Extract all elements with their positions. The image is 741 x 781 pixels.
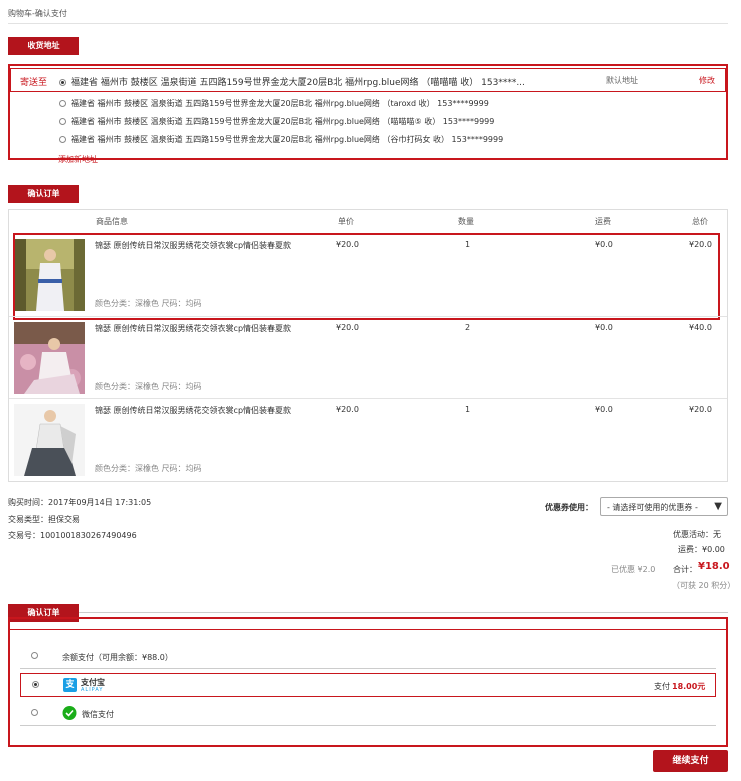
- product-thumbnail[interactable]: [14, 404, 85, 476]
- promo-activity: 优惠活动：无: [673, 530, 721, 539]
- unit-price: ¥20.0: [336, 405, 359, 414]
- add-address-link[interactable]: 添加新地址: [58, 154, 98, 165]
- product-attributes: 颜色分类：深橡色 尺码：均码: [95, 464, 202, 473]
- address-text-2: 福建省 福州市 鼓楼区 温泉街道 五四路159号世界金龙大厦20层B北 福州rp…: [71, 99, 489, 108]
- address-text-1: 福建省 福州市 鼓楼区 温泉街道 五四路159号世界金龙大厦20层B北 福州rp…: [71, 78, 525, 88]
- default-address-label: 默认地址: [606, 76, 638, 85]
- coupon-label: 优惠券使用：: [545, 503, 593, 512]
- points-earned: （可获 20 积分）: [672, 581, 736, 590]
- address-option-4[interactable]: 福建省 福州市 鼓楼区 温泉街道 五四路159号世界金龙大厦20层B北 福州rp…: [59, 134, 503, 145]
- order-section-title: 确认订单: [8, 185, 79, 203]
- order-item-row: 锦瑟 原创传统日常汉服男绣花交领衣裳cp情侣装春夏款 颜色分类：深橡色 尺码：均…: [9, 316, 727, 398]
- address-option-2[interactable]: 福建省 福州市 鼓楼区 温泉街道 五四路159号世界金龙大厦20层B北 福州rp…: [59, 98, 489, 109]
- address-option-3[interactable]: 福建省 福州市 鼓楼区 温泉街道 五四路159号世界金龙大厦20层B北 福州rp…: [59, 116, 494, 127]
- product-thumbnail[interactable]: [14, 322, 85, 394]
- col-header-product: 商品信息: [96, 217, 128, 226]
- wechat-icon: [62, 706, 77, 720]
- shipping-fee: ¥0.0: [595, 323, 613, 332]
- item-total: ¥20.0: [689, 405, 712, 414]
- quantity: 2: [465, 323, 471, 332]
- address-text-3: 福建省 福州市 鼓楼区 温泉街道 五四路159号世界金龙大厦20层B北 福州rp…: [71, 117, 495, 126]
- total-label: 合计：: [673, 565, 697, 574]
- payment-option-alipay[interactable]: 支 支付宝 ALIPAY 支付 18.00元: [20, 673, 716, 697]
- trade-type: 交易类型：担保交易: [8, 515, 80, 524]
- alipay-amount: 18.00元: [672, 682, 706, 691]
- address-radio-1[interactable]: [59, 79, 66, 86]
- shipping-summary: 运费：¥0.00: [678, 545, 725, 554]
- payment-divider: [8, 612, 728, 613]
- address-option-1[interactable]: 福建省 福州市 鼓楼区 温泉街道 五四路159号世界金龙大厦20层B北 福州rp…: [59, 75, 525, 88]
- chevron-down-icon: ▼: [714, 501, 722, 512]
- alipay-pay-prefix: 支付: [654, 682, 670, 691]
- coupon-select-value: - 请选择可使用的优惠券 -: [607, 503, 698, 512]
- selected-item-box: [13, 233, 720, 320]
- product-attributes: 颜色分类：深橡色 尺码：均码: [95, 382, 202, 391]
- order-item-row: 锦瑟 原创传统日常汉服男绣花交领衣裳cp情侣装春夏款 颜色分类：深橡色 尺码：均…: [9, 398, 727, 480]
- edit-address-link[interactable]: 修改: [699, 75, 715, 86]
- alipay-radio[interactable]: [32, 681, 39, 688]
- col-header-qty: 数量: [458, 217, 474, 226]
- total-value: ¥18.0: [698, 561, 730, 572]
- quantity: 1: [465, 405, 471, 414]
- payment-option-balance[interactable]: 余额支付（可用余额：¥88.0）: [20, 645, 716, 669]
- product-name[interactable]: 锦瑟 原创传统日常汉服男绣花交领衣裳cp情侣装春夏款: [95, 323, 295, 335]
- payment-inner-divider: [10, 629, 726, 630]
- payment-option-wechat[interactable]: 微信支付: [20, 702, 716, 726]
- discount-summary: 已优惠 ¥2.0: [611, 565, 656, 574]
- col-header-price: 单价: [338, 217, 354, 226]
- balance-label: 余额支付（可用余额：¥88.0）: [62, 653, 173, 662]
- address-section-title: 收货地址: [8, 37, 79, 55]
- trade-number: 交易号：1001001830267490496: [8, 531, 137, 540]
- alipay-sub: ALIPAY: [81, 687, 104, 693]
- balance-radio[interactable]: [31, 652, 38, 659]
- address-text-4: 福建省 福州市 鼓楼区 温泉街道 五四路159号世界金龙大厦20层B北 福州rp…: [71, 135, 504, 144]
- col-header-total: 总价: [692, 217, 708, 226]
- alipay-icon: 支: [63, 678, 77, 692]
- purchase-time: 购买时间：2017年09月14日 17:31:05: [8, 498, 152, 507]
- product-name[interactable]: 锦瑟 原创传统日常汉服男绣花交领衣裳cp情侣装春夏款: [95, 405, 295, 417]
- ship-to-label: 寄送至: [20, 78, 48, 88]
- shipping-fee: ¥0.0: [595, 405, 613, 414]
- address-radio-4[interactable]: [59, 136, 66, 143]
- item-total: ¥40.0: [689, 323, 712, 332]
- coupon-select[interactable]: - 请选择可使用的优惠券 - ▼: [600, 497, 728, 516]
- wechat-radio[interactable]: [31, 709, 38, 716]
- col-header-shipping: 运费: [595, 217, 611, 226]
- unit-price: ¥20.0: [336, 323, 359, 332]
- wechat-label: 微信支付: [82, 710, 114, 719]
- continue-payment-button[interactable]: 继续支付: [653, 750, 728, 772]
- breadcrumb-divider: [8, 23, 728, 24]
- breadcrumb: 购物车-确认支付: [8, 9, 67, 18]
- address-radio-2[interactable]: [59, 100, 66, 107]
- address-radio-3[interactable]: [59, 118, 66, 125]
